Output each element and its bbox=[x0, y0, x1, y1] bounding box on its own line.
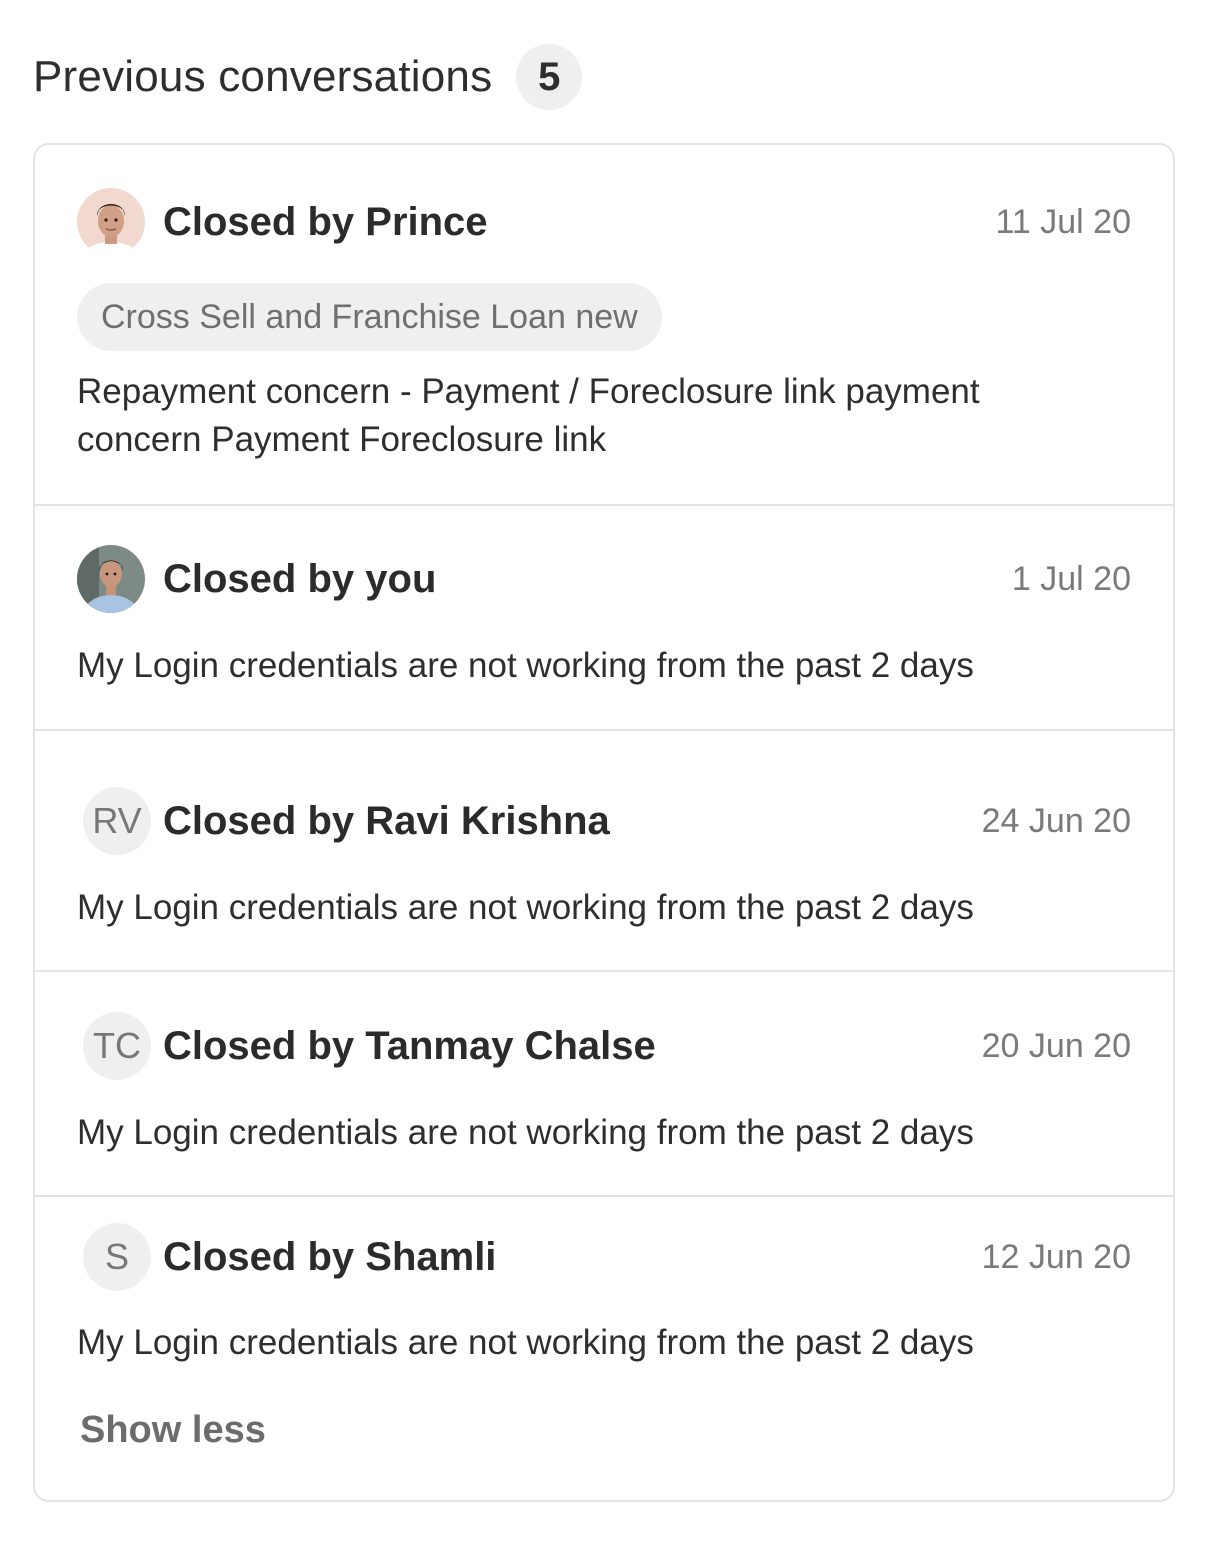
conversation-description: My Login credentials are not working fro… bbox=[77, 1323, 974, 1362]
topic-tag: Cross Sell and Franchise Loan new bbox=[77, 283, 662, 351]
conversation-item[interactable]: Closed by you 1 Jul 20 My Login credenti… bbox=[35, 506, 1173, 731]
conversation-description: My Login credentials are not working fro… bbox=[77, 888, 974, 927]
conversation-header: TC Closed by Tanmay Chalse 20 Jun 20 bbox=[77, 1012, 1131, 1080]
conversation-item[interactable]: S Closed by Shamli 12 Jun 20 My Login cr… bbox=[35, 1197, 1173, 1500]
conversation-date: 24 Jun 20 bbox=[981, 801, 1131, 840]
conversation-item[interactable]: RV Closed by Ravi Krishna 24 Jun 20 My L… bbox=[35, 731, 1173, 972]
avatar-initials: S bbox=[83, 1223, 151, 1291]
conversation-date: 1 Jul 20 bbox=[1011, 559, 1131, 598]
section-title: Previous conversations bbox=[33, 52, 493, 101]
closed-by-label: Closed by Shamli bbox=[163, 1234, 497, 1279]
conversation-count-badge: 5 bbox=[516, 44, 583, 110]
conversation-item[interactable]: TC Closed by Tanmay Chalse 20 Jun 20 My … bbox=[35, 972, 1173, 1197]
conversation-header: Closed by you 1 Jul 20 bbox=[77, 545, 1131, 613]
conversation-header: S Closed by Shamli 12 Jun 20 bbox=[77, 1223, 1131, 1291]
conversation-date: 12 Jun 20 bbox=[981, 1237, 1131, 1276]
conversation-description: My Login credentials are not working fro… bbox=[77, 646, 974, 685]
conversation-description: Repayment concern - Payment / Foreclosur… bbox=[77, 372, 980, 459]
avatar-photo-you bbox=[77, 545, 145, 613]
show-less-button[interactable]: Show less bbox=[80, 1409, 266, 1452]
avatar-initials: TC bbox=[83, 1012, 151, 1080]
conversation-header: RV Closed by Ravi Krishna 24 Jun 20 bbox=[77, 787, 1131, 855]
conversation-date: 11 Jul 20 bbox=[995, 202, 1131, 241]
closed-by-label: Closed by Tanmay Chalse bbox=[163, 1023, 656, 1068]
closed-by-label: Closed by Ravi Krishna bbox=[163, 798, 610, 843]
conversation-date: 20 Jun 20 bbox=[981, 1026, 1131, 1065]
conversation-header: Closed by Prince 11 Jul 20 bbox=[77, 188, 1131, 256]
closed-by-label: Closed by you bbox=[163, 556, 437, 601]
conversation-item[interactable]: Closed by Prince 11 Jul 20 Cross Sell an… bbox=[35, 145, 1173, 506]
conversation-description: My Login credentials are not working fro… bbox=[77, 1113, 974, 1152]
conversations-card: Closed by Prince 11 Jul 20 Cross Sell an… bbox=[33, 143, 1175, 1502]
avatar-photo-prince bbox=[77, 188, 145, 256]
avatar-initials: RV bbox=[83, 787, 151, 855]
closed-by-label: Closed by Prince bbox=[163, 199, 488, 244]
section-header: Previous conversations 5 bbox=[33, 44, 583, 110]
